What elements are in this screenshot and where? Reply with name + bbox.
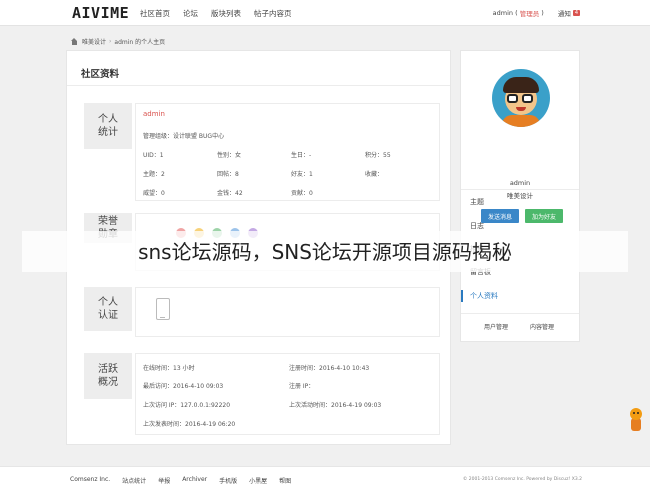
page-footer: Comsenz Inc. 站点统计 举报 Archiver 手机版 小黑屋 帮图…	[0, 466, 650, 490]
notice-badge: 4	[572, 10, 580, 16]
stat-favorites: 收藏：	[365, 171, 384, 178]
send-message-button[interactable]: 发送消息	[481, 209, 519, 223]
user-manage-link[interactable]: 用户管理	[484, 322, 508, 331]
manage-link[interactable]: 管理员	[520, 8, 540, 18]
sidebar-item-blog[interactable]: 日志	[470, 221, 484, 231]
footer-link-help[interactable]: 帮图	[279, 476, 291, 485]
footer-links: Comsenz Inc. 站点统计 举报 Archiver 手机版 小黑屋 帮图	[70, 476, 303, 485]
nav-board-list[interactable]: 版块列表	[211, 8, 241, 19]
honor-label-line1: 荣誉	[98, 216, 118, 227]
stat-birthday: 生日：-	[291, 152, 312, 159]
verify-label-line1: 个人	[98, 297, 118, 308]
breadcrumb-site[interactable]: 唯美设计	[82, 37, 106, 46]
notice-link[interactable]: 通知	[558, 8, 571, 18]
avatar[interactable]	[492, 69, 550, 127]
activity-label-line1: 活跃	[98, 364, 118, 375]
sidebar-divider	[461, 313, 579, 314]
footer-link-mobile[interactable]: 手机版	[219, 476, 237, 485]
activity-section-label: 活跃 概况	[84, 353, 132, 399]
username-link[interactable]: admin	[493, 9, 513, 17]
nav-post-content[interactable]: 帖子内容页	[254, 8, 292, 19]
site-logo[interactable]: AIVIME	[72, 4, 129, 22]
activity-register-ip: 注册 IP：	[289, 383, 315, 390]
page-title: 社区资料	[81, 69, 120, 80]
add-friend-button[interactable]: 加为好友	[525, 209, 563, 223]
activity-online-time: 在线时间：13 小时	[143, 365, 195, 372]
stat-gender: 性别：女	[217, 152, 242, 159]
stat-contribution: 贡献：0	[291, 190, 313, 197]
sidebar-divider	[461, 189, 579, 190]
verify-section-label: 个人 认证	[84, 287, 132, 331]
activity-last-ip: 上次访问 IP：127.0.0.1:92220	[143, 402, 231, 409]
activity-last-post: 上次发表时间：2016-4-19 06:20	[143, 421, 236, 428]
stat-points: 积分：55	[365, 152, 391, 159]
footer-link-stats[interactable]: 站点统计	[122, 476, 146, 485]
activity-last-active: 上次活动时间：2016-4-19 09:03	[289, 402, 382, 409]
activity-label-line2: 概况	[98, 377, 118, 388]
activity-register-time: 注册时间：2016-4-10 10:43	[289, 365, 370, 372]
profile-username[interactable]: admin	[143, 110, 165, 118]
profile-sidebar: admin 唯美设计 发送消息 加为好友 主题 日志 相册 留言板 个人资料 用…	[460, 50, 580, 342]
stats-label-line1: 个人	[98, 114, 118, 125]
mascot-icon[interactable]	[628, 408, 644, 434]
stats-section-label: 个人 统计	[84, 103, 132, 149]
breadcrumb: 唯美设计 › admin 的个人主页	[70, 37, 165, 46]
home-icon[interactable]	[70, 37, 79, 46]
activity-section: 在线时间：13 小时 注册时间：2016-4-10 10:43 最后访问：201…	[135, 353, 440, 435]
sidebar-item-threads[interactable]: 主题	[470, 197, 484, 207]
main-nav: 社区首页 论坛 版块列表 帖子内容页	[140, 8, 305, 19]
title-divider	[67, 85, 450, 86]
phone-icon[interactable]	[156, 298, 170, 320]
breadcrumb-current: admin 的个人主页	[114, 39, 166, 46]
stat-uid: UID：1	[143, 152, 164, 159]
stats-section: admin 管理组级：设计联盟 BUG中心 UID：1 性别：女 生日：- 积分…	[135, 103, 440, 201]
stat-threads: 主题：2	[143, 171, 165, 178]
stat-replies: 回帖：8	[217, 171, 239, 178]
footer-link-report[interactable]: 举报	[158, 476, 170, 485]
content-manage-link[interactable]: 内容管理	[530, 322, 554, 331]
sidebar-item-profile[interactable]: 个人资料	[470, 291, 498, 301]
footer-link-archiver[interactable]: Archiver	[182, 476, 207, 485]
profile-group: 管理组级：设计联盟 BUG中心	[143, 133, 225, 140]
footer-link-company[interactable]: Comsenz Inc.	[70, 476, 110, 485]
sidebar-active-indicator	[461, 290, 463, 302]
stat-prestige: 威望：0	[143, 190, 165, 197]
user-area: admin ( 管理员 ) 通知 4	[492, 8, 580, 18]
footer-link-blacklist[interactable]: 小黑屋	[249, 476, 267, 485]
stat-money: 金钱：42	[217, 190, 243, 197]
verify-label-line2: 认证	[98, 310, 118, 321]
stats-label-line2: 统计	[98, 127, 118, 138]
nav-forum[interactable]: 论坛	[183, 8, 198, 19]
verify-section	[135, 287, 440, 337]
footer-copyright: © 2001-2013 Comsenz Inc. Powered by Disc…	[462, 477, 582, 482]
top-navbar: AIVIME 社区首页 论坛 版块列表 帖子内容页 admin ( 管理员 ) …	[0, 0, 650, 26]
overlay-caption: sns论坛源码，SNS论坛开源项目源码揭秘	[138, 240, 512, 264]
breadcrumb-separator: ›	[109, 38, 112, 45]
activity-last-visit: 最后访问：2016-4-10 09:03	[143, 383, 224, 390]
nav-community-home[interactable]: 社区首页	[140, 8, 170, 19]
sidebar-username: admin	[509, 179, 531, 187]
stat-friends: 好友：1	[291, 171, 313, 178]
